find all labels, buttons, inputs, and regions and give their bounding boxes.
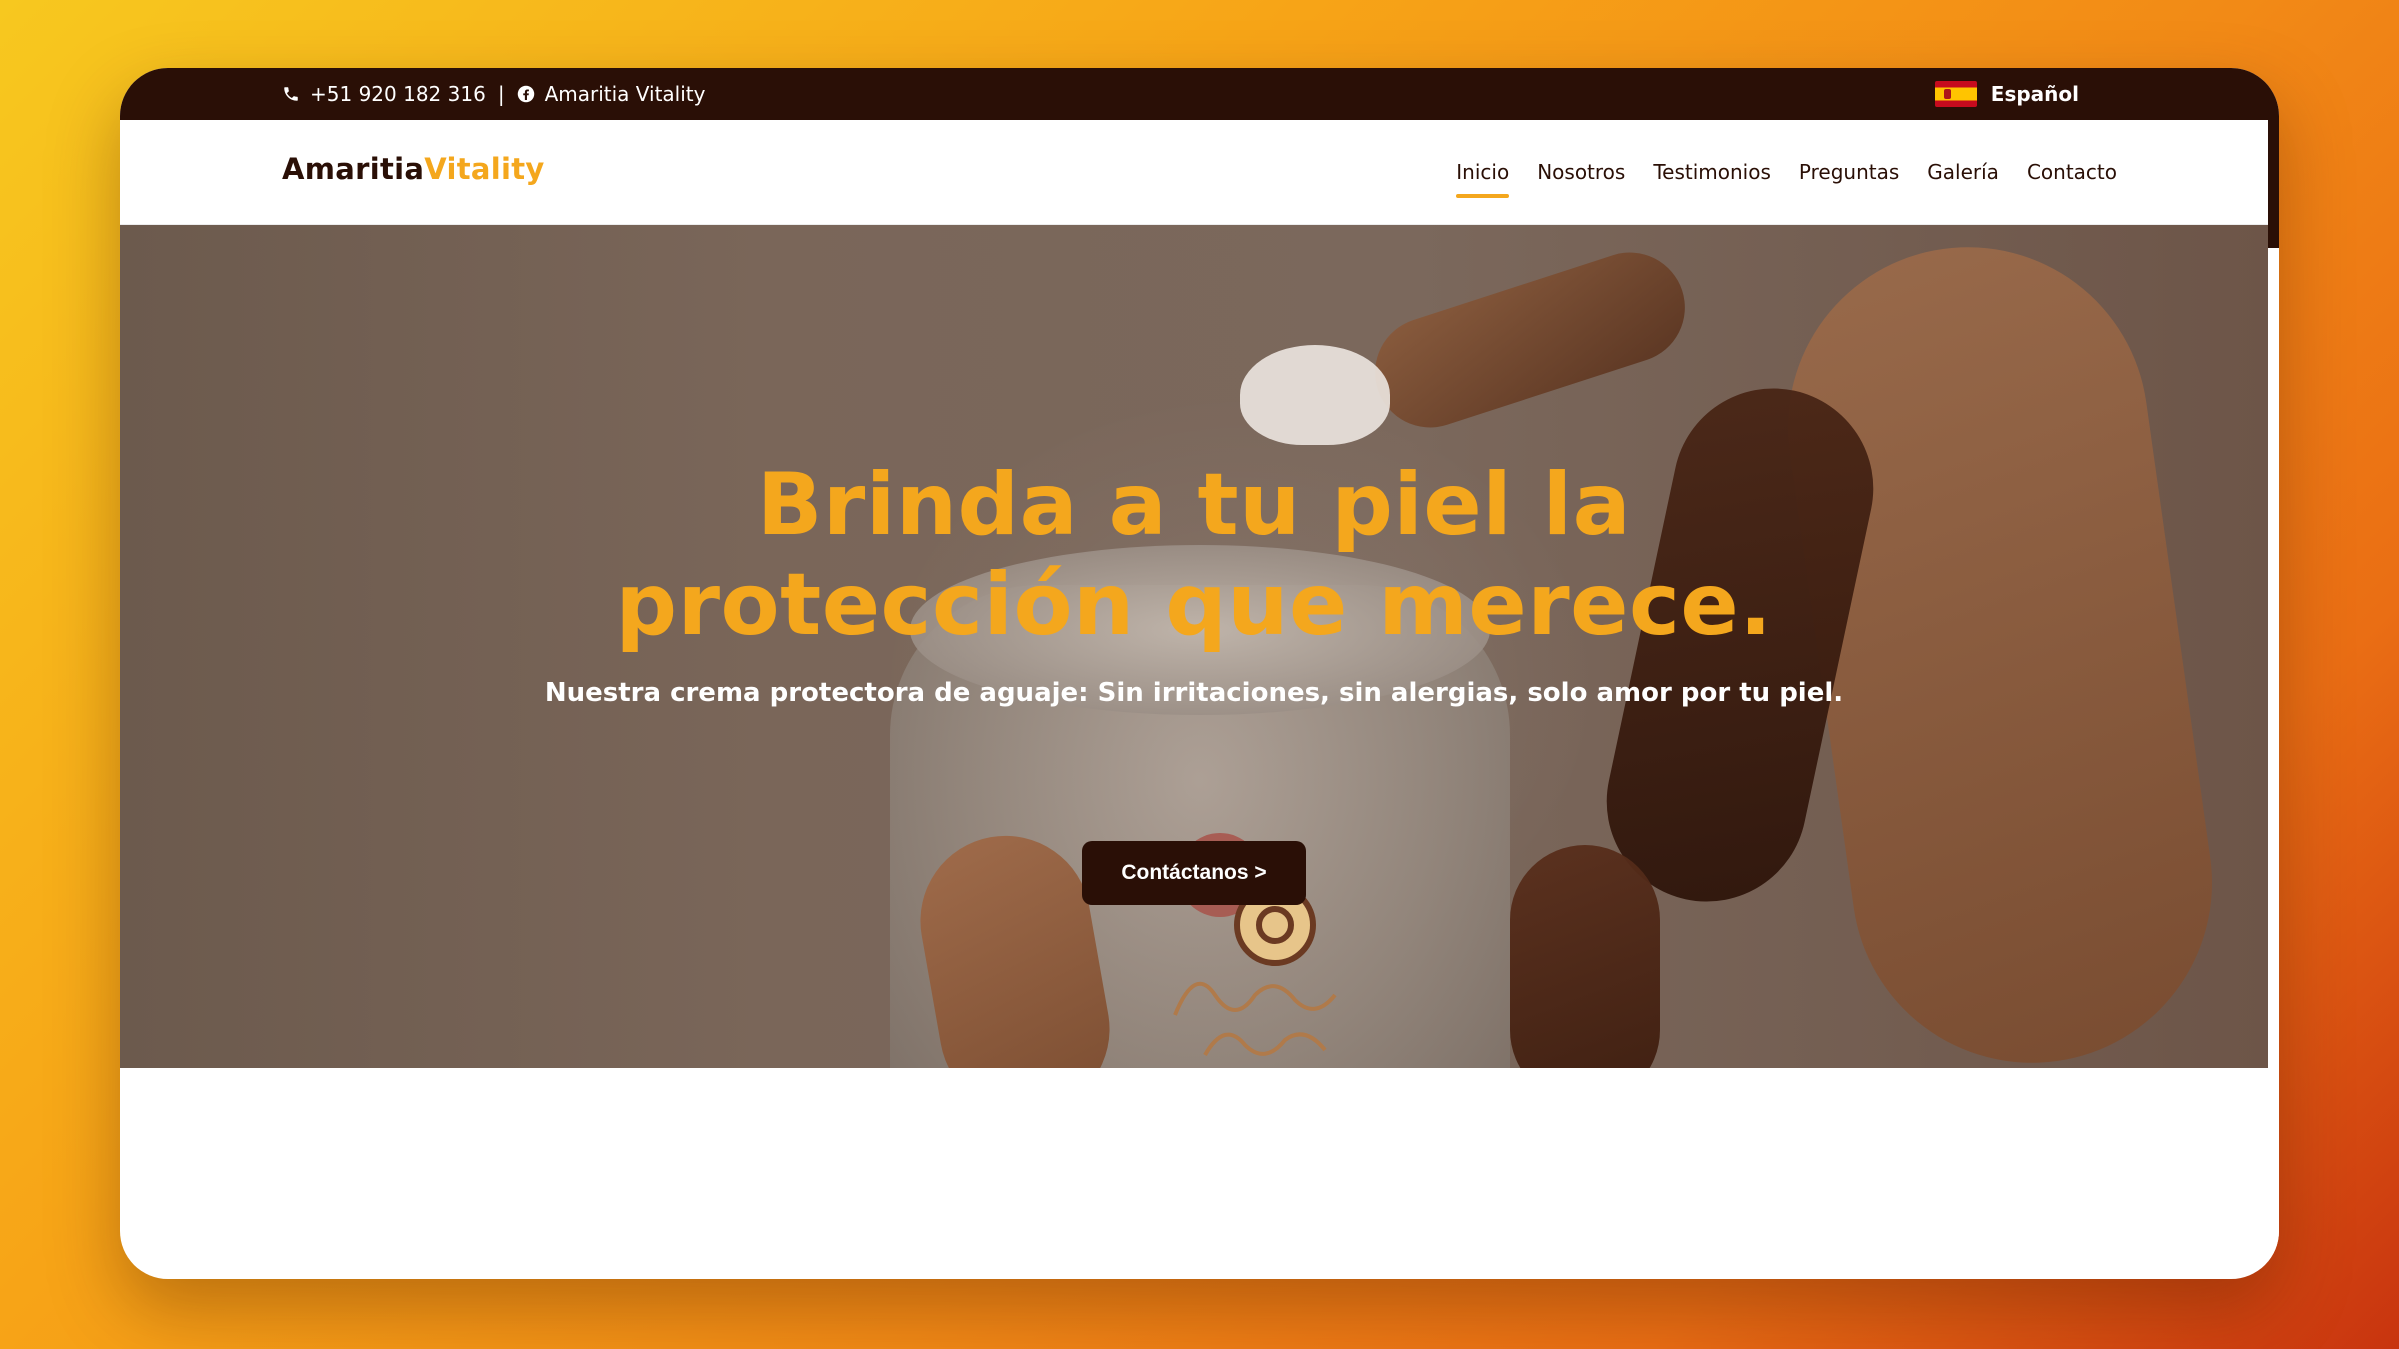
nav-item-nosotros[interactable]: Nosotros [1537, 154, 1625, 190]
phone-icon [282, 85, 300, 103]
brand-name-part2: Vitality [424, 152, 545, 186]
language-selector[interactable]: Español [1934, 68, 2079, 120]
facebook-icon[interactable] [517, 85, 535, 103]
nav-item-preguntas[interactable]: Preguntas [1799, 154, 1899, 190]
language-label: Español [1990, 82, 2079, 106]
hero-title-line1: Brinda a tu piel la [756, 455, 1632, 555]
nav-item-inicio[interactable]: Inicio [1456, 154, 1509, 198]
top-info-bar: +51 920 182 316 | Amaritia Vitality Espa… [120, 68, 2279, 120]
scrollbar-thumb[interactable] [2268, 120, 2279, 248]
contact-info: +51 920 182 316 | Amaritia Vitality [282, 68, 705, 120]
hero-content: Brinda a tu piel la protección que merec… [120, 225, 2268, 1068]
brand-name-part1: Amaritia [282, 152, 425, 186]
nav-menu: Inicio Nosotros Testimonios Preguntas Ga… [1456, 120, 2117, 224]
separator: | [497, 82, 505, 106]
brand-logo[interactable]: AmaritiaVitality [282, 152, 545, 186]
main-navbar: AmaritiaVitality Inicio Nosotros Testimo… [120, 120, 2279, 225]
hero-title-line2: protección que merece. [615, 555, 1773, 655]
spain-flag-icon [1934, 81, 1977, 107]
hero-subtitle: Nuestra crema protectora de aguaje: Sin … [544, 678, 1844, 708]
hero-title: Brinda a tu piel la protección que merec… [120, 455, 2268, 655]
scrollbar-track[interactable] [2268, 120, 2279, 1279]
browser-frame: +51 920 182 316 | Amaritia Vitality Espa… [120, 68, 2279, 1279]
nav-item-galeria[interactable]: Galería [1927, 154, 1999, 190]
phone-number[interactable]: +51 920 182 316 [310, 82, 486, 106]
nav-item-testimonios[interactable]: Testimonios [1653, 154, 1771, 190]
nav-item-contacto[interactable]: Contacto [2027, 154, 2117, 190]
contact-cta-button[interactable]: Contáctanos > [1082, 841, 1306, 905]
hero-section: Brinda a tu piel la protección que merec… [120, 225, 2268, 1068]
facebook-link[interactable]: Amaritia Vitality [545, 82, 706, 106]
